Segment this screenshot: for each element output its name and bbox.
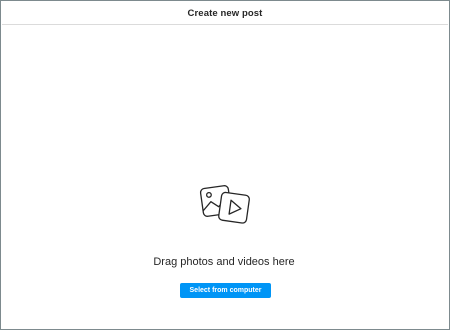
- drag-prompt: Drag photos and videos here: [153, 256, 295, 268]
- create-post-modal: Create new post Drag photos and videos h…: [0, 0, 450, 330]
- select-from-computer-button[interactable]: Select from computer: [180, 283, 271, 298]
- modal-title: Create new post: [187, 7, 263, 19]
- photo-video-icon: [199, 185, 250, 224]
- modal-header: Create new post: [2, 2, 448, 25]
